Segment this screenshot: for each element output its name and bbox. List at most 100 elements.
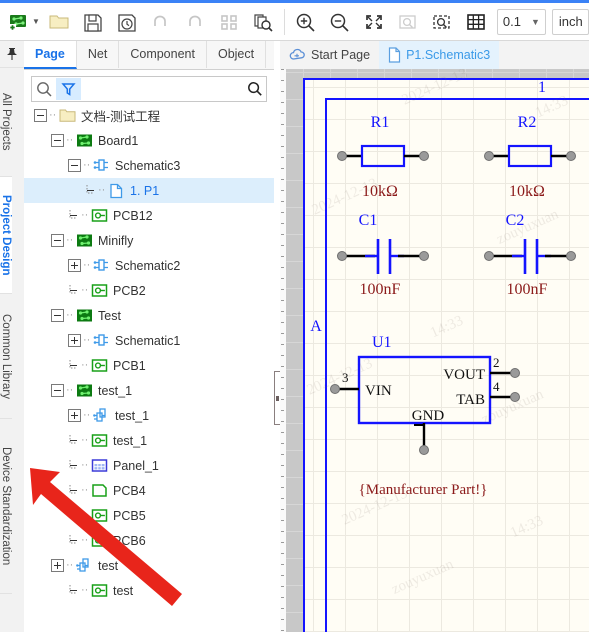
search-submit-icon[interactable] (244, 78, 266, 100)
tab-start-page[interactable]: Start Page (280, 41, 379, 69)
pin-icon[interactable] (0, 41, 24, 68)
search-bar (31, 76, 267, 102)
tree-item-label: Test (98, 308, 121, 323)
collapse-icon[interactable] (51, 234, 64, 247)
tree-leaf-connector (68, 285, 79, 296)
tab-object[interactable]: Object (206, 41, 267, 68)
tree-item--[interactable]: ·· 文档-测试工程 (24, 103, 274, 128)
tree-connector: ·· (83, 159, 91, 171)
tree-item-board1[interactable]: ·· Board1 (24, 128, 274, 153)
document-tab-bar: Start Page P1.Schematic3 (280, 41, 589, 70)
tree-item-pcb1[interactable]: ·· PCB1 (24, 353, 274, 378)
tree-item-pcb6[interactable]: ·· PCB6 (24, 528, 274, 553)
rail-tab-common-library[interactable]: Common Library (0, 294, 12, 419)
collapse-icon[interactable] (34, 109, 47, 122)
save-as-icon[interactable] (110, 6, 144, 38)
tree-item-pcb5[interactable]: ·· PCB5 (24, 503, 274, 528)
tree-item-label: PCB6 (113, 533, 146, 548)
toolbar-separator (283, 8, 285, 35)
grid-toggle-icon[interactable] (459, 6, 493, 38)
tree-item-test_1[interactable]: ·· test_1 (24, 378, 274, 403)
panel-icon (90, 458, 109, 474)
zoom-out-icon[interactable] (323, 6, 357, 38)
pcb-icon (90, 283, 109, 299)
editor-area: Start Page P1.Schematic3 2024-12-13 (280, 41, 589, 632)
schematic-icon (92, 258, 111, 274)
tab-start-page-label: Start Page (311, 48, 371, 62)
search-icon[interactable] (32, 78, 56, 100)
tree-connector: ·· (66, 234, 74, 246)
value-R2: 10kΩ (509, 183, 545, 200)
collapse-icon[interactable] (51, 309, 64, 322)
dropdown-caret-icon[interactable]: ▼ (32, 17, 40, 26)
tab-net[interactable]: Net (76, 41, 120, 68)
expand-icon[interactable] (68, 259, 81, 272)
tree-item-test[interactable]: ·· test (24, 578, 274, 603)
refdes-R1: R1 (371, 114, 390, 131)
tree-item-label: PCB2 (113, 283, 146, 298)
expand-icon[interactable] (68, 334, 81, 347)
tree-item-test_1[interactable]: ·· test_1 (24, 428, 274, 453)
save-icon[interactable] (76, 6, 110, 38)
tab-page[interactable]: Page (24, 41, 77, 69)
zoom-level-select[interactable]: 0.1 ▼ (496, 8, 546, 35)
tree-connector: ·· (83, 334, 91, 346)
fit-screen-icon[interactable] (357, 6, 391, 38)
unit-select[interactable]: inch (551, 8, 589, 35)
tree-connector: ·· (81, 509, 89, 521)
left-rail: All Projects Project Design Common Libra… (0, 41, 25, 632)
expand-icon[interactable] (51, 559, 64, 572)
tree-item-minifly[interactable]: ·· Minifly (24, 228, 274, 253)
zoom-in-icon[interactable] (289, 6, 323, 38)
collapse-icon[interactable] (51, 134, 64, 147)
tree-item-pcb4[interactable]: ·· PCB4 (24, 478, 274, 503)
tree-item-test[interactable]: ·· test (24, 553, 274, 578)
tree-item-pcb12[interactable]: ·· PCB12 (24, 203, 274, 228)
tree-item-1-p1[interactable]: ·· 1. P1 (24, 178, 274, 203)
tree-item-test[interactable]: ·· Test (24, 303, 274, 328)
frame-zone-label-top: 1 (538, 79, 546, 96)
tree-connector: ·· (66, 134, 74, 146)
tree-item-schematic2[interactable]: ·· Schematic2 (24, 253, 274, 278)
tree-item-panel_1[interactable]: ·· Panel_1 (24, 453, 274, 478)
tree-connector: ·· (83, 259, 91, 271)
tree-leaf-connector (68, 510, 79, 521)
expand-icon[interactable] (68, 409, 81, 422)
zoom-selection-icon[interactable] (425, 6, 459, 38)
tree-item-schematic1[interactable]: ·· Schematic1 (24, 328, 274, 353)
tree-item-pcb2[interactable]: ·· PCB2 (24, 278, 274, 303)
board-icon (75, 308, 94, 324)
schematic-icon (92, 333, 111, 349)
schematic-canvas[interactable]: 2024-12-13 14:33 2024-12-13 zouyuxuan 14… (280, 69, 589, 632)
collapse-icon[interactable] (68, 159, 81, 172)
rail-tab-all-projects[interactable]: All Projects (0, 68, 12, 177)
rail-tab-device-standardization[interactable]: Device Standardization (0, 419, 12, 594)
tree-item-test_1[interactable]: ·· test_1 (24, 403, 274, 428)
new-project-icon[interactable] (2, 6, 36, 38)
tree-item-label: PCB4 (113, 483, 146, 498)
tree-item-schematic3[interactable]: ·· Schematic3 (24, 153, 274, 178)
tab-component[interactable]: Component (119, 41, 207, 68)
tree-connector: ·· (81, 434, 89, 446)
tree-item-label: Schematic1 (115, 333, 181, 348)
collapse-icon[interactable] (51, 384, 64, 397)
pcb-icon (90, 583, 109, 599)
document-search-icon[interactable] (246, 6, 280, 38)
search-input[interactable] (80, 78, 244, 100)
pcb-empty-icon (90, 483, 109, 499)
project-panel: Page Net Component Object ·· 文档-测试工程 ·· … (24, 41, 274, 632)
tree-leaf-connector (68, 435, 79, 446)
board-icon (75, 383, 94, 399)
tree-connector: ·· (83, 409, 91, 421)
pin-label-GND: GND (412, 408, 445, 424)
schematic-icon (92, 158, 111, 174)
panel-tab-bar: Page Net Component Object (24, 41, 274, 70)
tree-item-label: Schematic2 (115, 258, 181, 273)
value-U1: {Manufacturer Part!} (359, 482, 488, 498)
tree-item-label: Panel_1 (113, 458, 159, 473)
open-folder-icon[interactable] (42, 6, 76, 38)
tab-p1-schematic3[interactable]: P1.Schematic3 (379, 41, 500, 69)
rail-tab-project-design[interactable]: Project Design (0, 177, 12, 294)
project-tree[interactable]: ·· 文档-测试工程 ·· Board1 ·· Schematic3 ·· 1. P1 ·· PC… (24, 103, 274, 632)
filter-icon[interactable] (56, 78, 81, 100)
